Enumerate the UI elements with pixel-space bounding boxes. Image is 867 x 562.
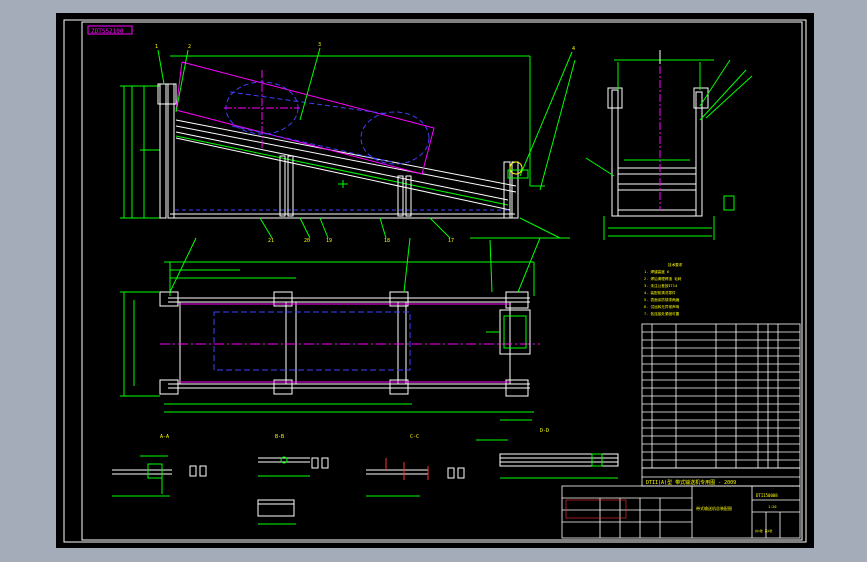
svg-text:18: 18 [384,238,390,244]
title-block-drawing-no: DTII50008 [756,493,778,498]
svg-text:19: 19 [326,238,332,244]
svg-text:20: 20 [304,238,310,244]
svg-text:D-D: D-D [540,428,549,434]
notes-line: 1. 焊缝高度 6 [644,269,669,274]
svg-text:1: 1 [155,44,158,50]
title-block-sheet: 共1张 第1张 [755,528,772,533]
svg-text:17: 17 [448,238,454,244]
notes-line: 5. 表面涂防锈漆两遍 [644,297,680,302]
notes-line: 4. 装配前清洗零件 [644,290,676,295]
svg-text:2: 2 [188,44,191,50]
cad-drawing-canvas: ZDTS52100 1 2 3 421 20 19 18 17 A-A B-B … [56,13,814,548]
notes-line: 2. 焊后清理焊渣 毛刺 [644,276,682,281]
svg-text:4: 4 [572,46,575,52]
notes-line: 6. 试运转无异常声响 [644,304,680,309]
notes-line: 7. 各连接处紧固可靠 [644,311,680,316]
notes-heading: 技术要求 [668,262,683,267]
svg-text:3: 3 [318,42,321,48]
svg-text:A-A: A-A [160,434,169,440]
title-block-scale: 1:20 [768,505,776,509]
notes-line: 3. 未注公差按IT14 [644,283,677,288]
svg-text:B-B: B-B [275,434,284,440]
title-block-title: DTII(A)型 带式输送机专用图 - 2009 [646,479,736,486]
drawing-tag: ZDTS52100 [91,28,124,35]
svg-text:C-C: C-C [410,434,419,440]
title-block-project: 带式输送机总装配图 [696,505,732,511]
svg-text:21: 21 [268,238,274,244]
